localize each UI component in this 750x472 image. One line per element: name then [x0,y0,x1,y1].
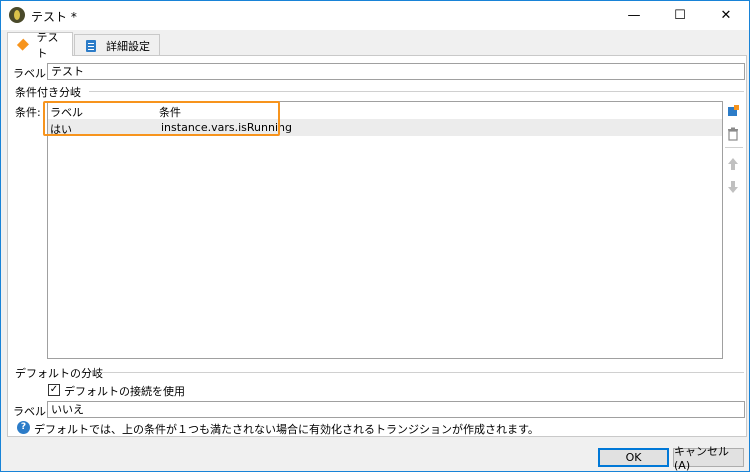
conditions-grid[interactable]: ラベル 条件 はい instance.vars.isRunning [47,101,723,359]
tab-advanced-settings[interactable]: 詳細設定 [74,34,160,56]
title-bar: テスト * — ☐ ✕ [1,1,749,30]
window-title: テスト * [31,10,77,24]
conditional-section-title: 条件付き分岐 [15,86,81,99]
tab-test[interactable]: テスト [7,31,73,60]
arrow-down-icon [728,181,738,193]
info-text: デフォルトでは、上の条件が１つも満たされない場合に有効化されるトランジションが作… [34,423,539,436]
label-field-label: ラベル: [13,67,50,80]
add-icon [728,105,739,116]
dialog-window: テスト * — ☐ ✕ テスト 詳細設定 ラベル: テスト 条件付き分岐 条件:… [0,0,750,472]
info-icon: ? [17,421,30,434]
default-label-input[interactable]: いいえ [47,401,745,418]
tab-test-label: テスト [36,30,59,60]
maximize-button[interactable]: ☐ [657,1,703,30]
label-input[interactable]: テスト [47,63,745,80]
conditions-label: 条件: [15,106,41,119]
close-button[interactable]: ✕ [703,1,749,30]
section-divider [89,91,744,92]
tab-advanced-settings-label: 詳細設定 [106,39,150,53]
diamond-icon [16,38,29,51]
use-default-connection-checkbox[interactable]: ✓ [48,384,60,396]
delete-button[interactable] [725,126,741,142]
move-up-button[interactable] [725,156,741,172]
section-divider [101,372,744,373]
toolbar-divider [725,147,743,148]
trash-icon [728,127,738,141]
app-icon [9,7,25,23]
default-section-title: デフォルトの分岐 [15,367,103,380]
arrow-up-icon [728,158,738,170]
add-condition-button[interactable] [725,103,741,119]
minimize-button[interactable]: — [611,1,657,30]
cancel-button[interactable]: キャンセル(A) [673,445,744,472]
move-down-button[interactable] [725,179,741,195]
default-label-field-label: ラベル: [13,405,50,418]
highlight-box [43,101,280,136]
clipboard-icon [86,39,96,52]
ok-button[interactable]: OK [598,448,669,467]
use-default-connection-label: デフォルトの接続を使用 [64,385,185,398]
